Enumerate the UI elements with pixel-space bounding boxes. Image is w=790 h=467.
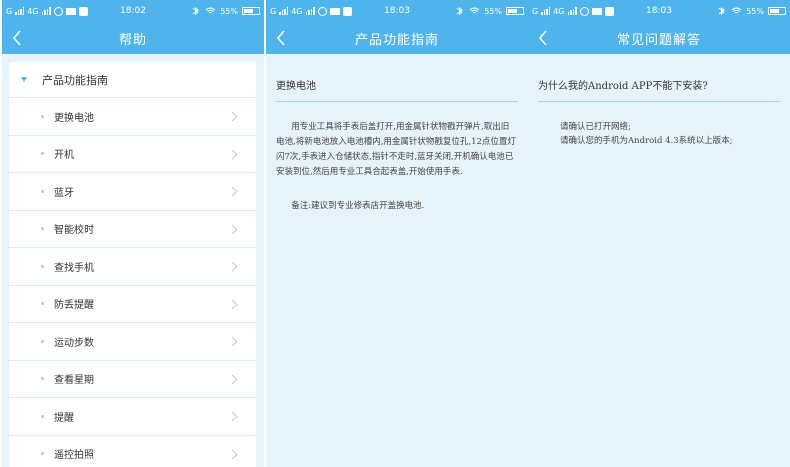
faq-answer-line-2: 请确认您的手机为Android 4.3系统以上版本; [560,136,733,146]
list-item-label: 智能校时 [54,225,94,237]
help-list: 产品功能指南 更换电池 开机 蓝牙 智能校时 查找手机 防丢提醒 运动步数 查看… [9,62,256,467]
battery-icon [768,7,786,15]
chevron-right-icon [231,299,238,310]
group-header-product-guide[interactable]: 产品功能指南 [9,62,256,98]
bullet-dot [41,302,44,306]
faq-question: 为什么我的Android APP不能下安装? [538,81,708,92]
faq-answer-line-1: 请确认已打开网络; [560,122,631,132]
bullet-dot [41,414,44,418]
chevron-right-icon [231,186,238,197]
chevron-right-icon [231,336,238,347]
bullet-dot [41,189,44,193]
bullet-dot [41,152,44,156]
list-item-label: 防丢提醒 [54,300,94,312]
list-item-anti-lost[interactable]: 防丢提醒 [9,285,256,323]
back-arrow-icon[interactable] [536,28,550,48]
list-item-label: 提醒 [54,412,74,424]
list-item-label: 蓝牙 [54,187,74,199]
status-bar: G 4G 18:03 55% [266,0,528,22]
list-item-bluetooth[interactable]: 蓝牙 [9,173,256,211]
group-label: 产品功能指南 [42,73,108,87]
list-item-replace-battery[interactable]: 更换电池 [9,98,256,136]
note-paragraph: 备注:建议到专业修表店开盖换电池. [291,201,425,211]
chevron-right-icon [231,149,238,160]
triangle-down-icon [21,77,27,82]
bullet-dot [41,264,44,268]
bullet-dot [41,114,44,118]
divider [276,101,518,102]
nav-bar: 常见问题解答 [528,22,790,54]
clock: 18:02 [120,6,146,16]
list-item-find-phone[interactable]: 查找手机 [9,248,256,286]
list-item-label: 查找手机 [54,262,94,274]
list-item-label: 运动步数 [54,337,94,349]
chevron-right-icon [231,224,238,235]
list-item-power-on[interactable]: 开机 [9,135,256,173]
chevron-right-icon [231,449,238,460]
status-bar: G 4G 18:03 55% [528,0,790,22]
clock: 18:03 [384,6,410,16]
bullet-dot [41,377,44,381]
divider [538,101,780,102]
nav-bar: 帮助 [2,22,264,54]
page-title: 常见问题解答 [616,32,701,48]
bullet-dot [41,339,44,343]
page-title: 帮助 [118,32,147,48]
list-item-smart-time[interactable]: 智能校时 [9,210,256,248]
list-item-label: 更换电池 [54,112,94,124]
nav-bar: 产品功能指南 [266,22,528,54]
back-arrow-icon[interactable] [10,28,24,48]
section-title: 更换电池 [276,81,316,92]
battery-icon [242,7,260,15]
list-item-label: 开机 [54,150,74,162]
faq-screen: G 4G 18:03 55% 常见问题解答 为什么我的Android APP不能… [528,0,790,467]
list-item-steps[interactable]: 运动步数 [9,323,256,361]
instruction-paragraph: 用专业工具将手表后盖打开,用金属针状物戳开弹片,取出旧电池,将新电池放入电池槽内… [276,122,516,177]
bullet-dot [41,452,44,456]
back-arrow-icon[interactable] [274,28,288,48]
clock: 18:03 [646,6,672,16]
chevron-right-icon [231,374,238,385]
chevron-right-icon [231,111,238,122]
status-bar: G 4G 18:02 55% [2,0,264,22]
help-screen: G 4G 18:02 55% 帮助 产品功能指南 更换电池 开机 蓝牙 智能校时… [2,0,264,467]
chevron-right-icon [231,261,238,272]
battery-icon [506,7,524,15]
bullet-dot [41,227,44,231]
chevron-right-icon [231,411,238,422]
list-item-remote-camera[interactable]: 遥控拍照 [9,435,256,467]
product-guide-screen: G 4G 18:03 55% 产品功能指南 更换电池 用专业工具将手表后盖打开,… [266,0,528,467]
list-item-label: 遥控拍照 [54,450,94,462]
list-item-reminder[interactable]: 提醒 [9,398,256,436]
page-title: 产品功能指南 [354,32,439,48]
list-item-label: 查看星期 [54,375,94,387]
list-item-weekday[interactable]: 查看星期 [9,360,256,398]
